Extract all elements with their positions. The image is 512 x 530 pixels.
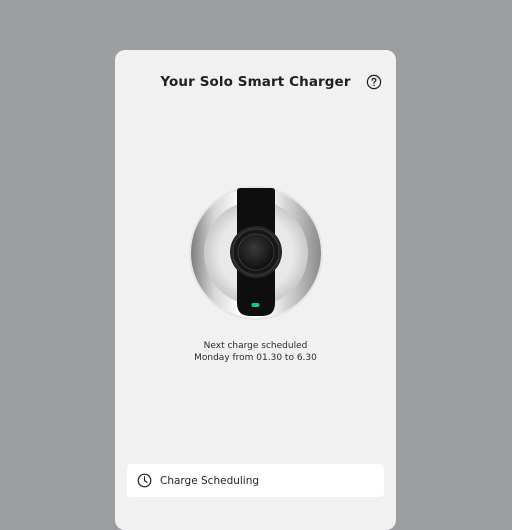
help-button[interactable]	[366, 74, 382, 90]
status-line-2: Monday from 01.30 to 6.30	[194, 353, 317, 363]
charge-scheduling-button[interactable]: Charge Scheduling	[127, 464, 384, 497]
clock-icon	[137, 473, 152, 488]
charger-illustration	[188, 185, 324, 321]
charger-led	[251, 303, 260, 307]
status-line-1: Next charge scheduled	[203, 341, 308, 351]
app-screen: Your Solo Smart Charger Next charge sche…	[115, 50, 396, 530]
question-circle-icon	[366, 74, 382, 90]
page-title: Your Solo Smart Charger	[160, 74, 351, 90]
schedule-status: Next charge scheduled Monday from 01.30 …	[115, 340, 396, 364]
charge-scheduling-label: Charge Scheduling	[160, 474, 260, 487]
